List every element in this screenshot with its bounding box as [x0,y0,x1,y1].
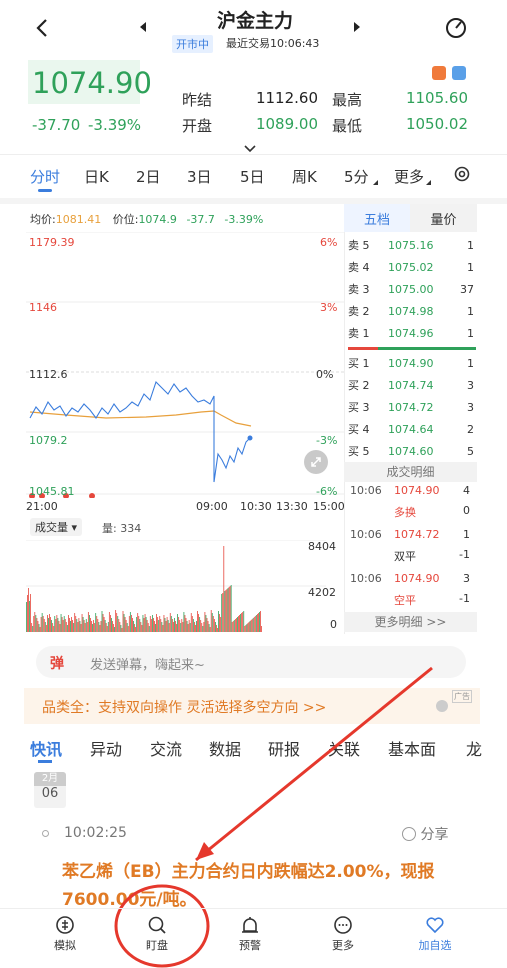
more-label: 更多 [332,939,354,952]
watch-button[interactable]: 盯盘 [127,915,187,953]
annotation-overlay [114,666,433,968]
more-icon [334,916,352,934]
more-button[interactable]: 更多 [313,915,373,953]
watch-icon [148,916,166,934]
simulate-label: 模拟 [54,939,76,952]
alarm-button[interactable]: 预警 [220,915,280,953]
alarm-label: 预警 [239,939,261,952]
heart-plus-icon [426,917,444,934]
watch-label: 盯盘 [146,939,168,952]
alarm-icon [242,917,258,933]
simulate-button[interactable]: 模拟 [35,915,95,953]
add-watchlist-button[interactable]: 加自选 [405,915,465,953]
divider [0,908,507,909]
add-watchlist-label: 加自选 [418,939,452,952]
simulate-icon [56,916,74,934]
